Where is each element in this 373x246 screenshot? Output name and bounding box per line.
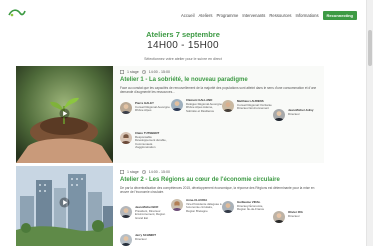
avatar: [222, 201, 234, 213]
speaker-card[interactable]: Claire TUTEBENT Responsable Développement…: [120, 131, 171, 150]
session-card-1[interactable]: 1 stage 14:00 - 15:00 Atelier 1 - La sob…: [16, 66, 324, 163]
avatar: [171, 199, 183, 211]
speaker-role: Délégué Régional Auvergne Rhône Alpes Ad…: [186, 101, 222, 113]
video-thumbnail-1[interactable]: [16, 66, 113, 163]
nav-accueil[interactable]: Accueil: [181, 13, 195, 18]
speaker-card[interactable]: Clément GALLAND Délégué Régional Auvergne…: [171, 98, 222, 113]
time-range: 14H00 - 15H00: [147, 40, 219, 51]
play-icon: [59, 197, 70, 208]
avatar: [120, 132, 132, 144]
speaker-role: Directeur: [135, 236, 147, 241]
avatar: [120, 206, 132, 218]
play-button-2[interactable]: [59, 197, 70, 208]
session-room: 1 stage: [127, 170, 139, 174]
location-icon: [120, 170, 124, 174]
nav-programme[interactable]: Programme: [216, 13, 238, 18]
session-card-2[interactable]: 1 stage 14:00 - 15:00 Atelier 2 - Les Ré…: [16, 166, 324, 246]
site-logo[interactable]: [8, 8, 26, 18]
speaker-role: Président, Directeur Environnement, Régi…: [135, 208, 166, 220]
speaker-card[interactable]: Anne-CLAUDIA Vice-Présidente déléguée à l…: [171, 198, 222, 213]
main-menu: Accueil Ateliers Programme Intervenants …: [181, 11, 357, 20]
session-description: De par la décentralisation des compétenc…: [120, 186, 315, 194]
nav-ressources[interactable]: Ressources: [269, 13, 291, 18]
speaker-role: Responsable Développement durable, Commu…: [135, 134, 167, 150]
speaker-role: Directeur: [288, 111, 300, 116]
avatar: [171, 99, 183, 111]
nav-intervenants[interactable]: Intervenants: [242, 13, 265, 18]
location-icon: [120, 70, 124, 74]
speaker-card[interactable]: Jerry SCHMIDT Directeur: [120, 233, 171, 246]
speaker-role: Directeur Économie, Région Île-de-France: [237, 203, 265, 212]
avatar: [120, 102, 132, 114]
clock-icon: [141, 70, 146, 74]
hero-section: Ateliers 7 septembre 14H00 - 15H00 Sélec…: [0, 30, 366, 61]
logo-icon: [8, 9, 26, 17]
session-time: 14:00 - 15:00: [148, 70, 170, 74]
speaker-card[interactable]: Jean-Michel BOF Président, Directeur Envi…: [120, 205, 171, 220]
reconnecting-button[interactable]: Reconnecting: [322, 11, 357, 20]
page-scrollbar[interactable]: [366, 0, 373, 246]
top-navigation: Accueil Ateliers Programme Intervenants …: [0, 0, 373, 22]
speaker-role: Conseil Régional Occitanie Directeur Env…: [237, 102, 272, 111]
speaker-role: Directeur: [288, 213, 300, 218]
session-title[interactable]: Atelier 1 - La sobriété, le nouveau para…: [120, 77, 248, 83]
instruction-text: Sélectionnez votre atelier pour le suivr…: [144, 57, 222, 61]
video-thumbnail-2[interactable]: [16, 166, 113, 246]
speaker-card[interactable]: Matthieu LAURENS Conseil Régional Occitan…: [222, 99, 273, 112]
speaker-card[interactable]: Guillaume VIDAL Directeur Économie, Régio…: [222, 200, 273, 213]
session-meta: 1 stage 14:00 - 15:00: [120, 170, 170, 174]
speaker-card[interactable]: Jean-Michel Jolivy Directeur: [273, 108, 324, 121]
speaker-card[interactable]: Olivier IRA Directeur: [273, 210, 324, 223]
session-time: 14:00 - 15:00: [148, 170, 170, 174]
avatar: [273, 109, 285, 121]
session-meta: 1 stage 14:00 - 15:00: [120, 70, 170, 74]
avatar: [120, 234, 132, 246]
speaker-role: Vice-Présidente déléguée à l'économie ci…: [186, 201, 222, 213]
page-title: Ateliers 7 septembre: [146, 30, 220, 39]
session-room: 1 stage: [127, 70, 139, 74]
play-icon: [59, 108, 70, 119]
speaker-role: Conseil Régional Auvergne Rhône Alpes: [135, 104, 170, 113]
session-title[interactable]: Atelier 2 - Les Régions au cœur de l'éco…: [120, 177, 280, 183]
avatar: [273, 211, 285, 223]
speaker-card[interactable]: Pierre GALEY Conseil Régional Auvergne Rh…: [120, 101, 171, 114]
session-description: Face au constat que les capacités de ren…: [120, 86, 317, 94]
nav-informations[interactable]: Informations: [296, 13, 319, 18]
nav-ateliers[interactable]: Ateliers: [199, 13, 213, 18]
avatar: [222, 100, 234, 112]
play-button-1[interactable]: [59, 108, 70, 119]
scrollbar-thumb[interactable]: [368, 30, 372, 66]
clock-icon: [141, 170, 146, 174]
